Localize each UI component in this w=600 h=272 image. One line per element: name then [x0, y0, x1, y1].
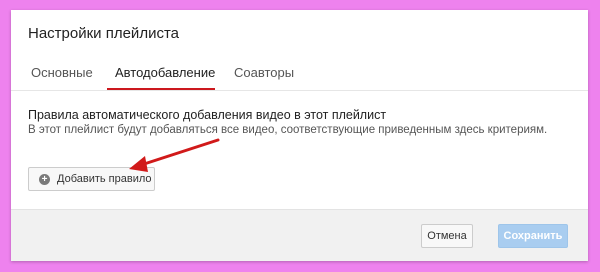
rules-description: В этот плейлист будут добавляться все ви…: [28, 124, 548, 136]
tab-collaborators[interactable]: Соавторы: [234, 65, 294, 80]
dialog-title: Настройки плейлиста: [28, 25, 179, 42]
save-button[interactable]: Сохранить: [498, 224, 568, 248]
add-rule-button[interactable]: + Добавить правило: [28, 167, 155, 191]
tab-autoadd[interactable]: Автодобавление: [115, 65, 215, 80]
tab-bar: Основные Автодобавление Соавторы: [11, 58, 588, 90]
cancel-button[interactable]: Отмена: [421, 224, 473, 248]
add-rule-label: Добавить правило: [57, 173, 152, 185]
playlist-settings-dialog: Настройки плейлиста Основные Автодобавле…: [11, 10, 588, 261]
plus-circle-icon: +: [39, 173, 50, 185]
dialog-footer: Отмена Сохранить: [11, 209, 588, 261]
rules-heading: Правила автоматического добавления видео…: [28, 108, 387, 122]
tabs-divider: [11, 90, 588, 91]
tab-basic[interactable]: Основные: [31, 65, 93, 80]
